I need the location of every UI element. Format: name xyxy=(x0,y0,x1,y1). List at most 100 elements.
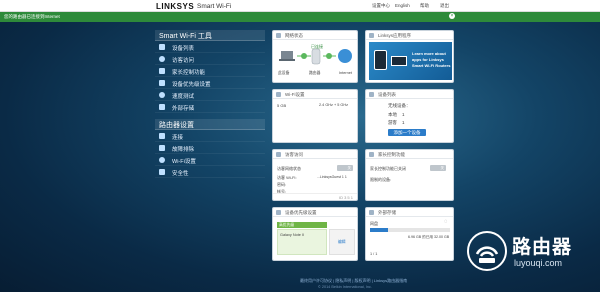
sidebar-item-wifi[interactable]: Wi-Fi设置 xyxy=(155,154,265,166)
footer-links[interactable]: 最终用户许可协议 | 隐私声明 | 版权声明 | Linksys路由器指南 xyxy=(300,278,407,284)
card-title: 家长控制功能 xyxy=(378,152,405,157)
card-title: Wi-Fi设置 xyxy=(285,92,305,97)
sidebar-item-label: 外部存储 xyxy=(172,106,195,112)
sidebar-item-parental[interactable]: 家长控制功能 xyxy=(155,65,265,77)
watermark-url: luyouqi.com xyxy=(514,258,563,268)
card-header: 设备列表 xyxy=(366,90,453,99)
promo-line-2: apps for Linksys xyxy=(412,57,444,62)
footer-copyright: © 2014 Belkin International, Inc. xyxy=(318,285,372,289)
router-logo-icon xyxy=(467,231,507,271)
edit-link[interactable]: 编辑 xyxy=(338,240,346,245)
parental-control-card[interactable]: 家长控制功能 家长控制功能已关闭 关 限制的设备: xyxy=(365,149,454,201)
product-name: Smart Wi-Fi xyxy=(197,3,232,10)
sidebar-item-guest[interactable]: 访客访问 xyxy=(155,53,265,65)
wifi-band: 5 GB xyxy=(277,103,287,108)
linksys-logo: LINKSYS xyxy=(156,2,195,11)
sidebar-item-speedtest[interactable]: 速度测试 xyxy=(155,89,265,101)
restricted-devices-label: 限制的设备: xyxy=(370,177,392,182)
card-footer-text: ID 3 5 1 xyxy=(338,195,353,200)
guest-toggle[interactable]: 关 xyxy=(337,165,353,171)
device-row-label: 游客 xyxy=(388,120,397,125)
sidebar-item-label: 安全性 xyxy=(172,171,189,177)
wifi-band-value: 2.4 GHz + 5 GHz xyxy=(319,103,349,107)
parental-status-label: 家长控制功能已关闭 xyxy=(370,166,406,171)
refresh-icon[interactable]: ◌ xyxy=(444,219,448,225)
network-status-card[interactable]: 网络状态 已连接 此设备 路由器 Internet xyxy=(272,30,358,83)
wifi-icon xyxy=(276,92,281,97)
sidebar-item-priority[interactable]: 设备优先级设置 xyxy=(155,77,265,89)
sidebar-section-router: 路由器设置 xyxy=(155,119,265,130)
sidebar-item-device-list[interactable]: 设备列表 xyxy=(155,41,265,53)
network-diagram xyxy=(279,48,352,65)
sidebar-item-label: 访客访问 xyxy=(172,58,195,64)
linksys-app-card[interactable]: Linksys应用程序 Learn more about apps for Li… xyxy=(365,30,454,83)
card-header: Wi-Fi设置 xyxy=(273,90,357,99)
sidebar-item-storage[interactable]: 外部存储 xyxy=(155,101,265,113)
guest-network-status-label: 访客网络状态 xyxy=(277,166,301,171)
sidebar-item-label: 家长控制功能 xyxy=(172,70,206,76)
troubleshoot-icon xyxy=(159,145,165,151)
card-title: 设备优先级设置 xyxy=(285,210,317,215)
watermark-title: 路由器 xyxy=(512,237,573,258)
sidebar-item-connect[interactable]: 连接 xyxy=(155,130,265,142)
wireless-devices-label: 无线设备： xyxy=(388,103,411,108)
top-bar: LINKSYS Smart Wi-Fi 设置中心 English 帮助 退出 xyxy=(0,0,600,12)
guest-wifi-value: ...LinksysGuest 1 1 xyxy=(317,175,347,179)
router-label: 路由器 xyxy=(309,71,321,75)
device-label: 此设备 xyxy=(278,71,290,75)
priority-list: Galaxy Note II xyxy=(277,229,327,255)
storage-pagination[interactable]: 1 / 1 xyxy=(370,252,377,256)
guest-icon xyxy=(276,152,281,157)
nav-link-settings[interactable]: 设置中心 xyxy=(372,3,390,9)
card-title: 设备列表 xyxy=(378,92,396,97)
promo-line-1: Learn more about xyxy=(412,51,446,56)
wifi-settings-card[interactable]: Wi-Fi设置 5 GB 2.4 GHz + 5 GHz xyxy=(272,89,358,143)
check-icon xyxy=(301,53,307,59)
add-device-button[interactable]: 添加一个设备 xyxy=(388,129,426,136)
drive-name: 网盘 xyxy=(370,221,378,226)
nav-link-help[interactable]: 帮助 xyxy=(420,3,429,9)
connect-icon xyxy=(159,133,165,139)
app-promo-banner[interactable]: Learn more about apps for Linksys Smart … xyxy=(369,42,452,80)
sidebar: Smart Wi-Fi 工具 设备列表 访客访问 家长控制功能 设备优先级设置 … xyxy=(155,30,265,178)
close-icon[interactable]: × xyxy=(449,13,455,19)
internet-label: Internet xyxy=(339,71,352,75)
tablet-icon xyxy=(391,56,407,66)
sidebar-item-security[interactable]: 安全性 xyxy=(155,166,265,178)
sidebar-item-label: 设备列表 xyxy=(172,46,195,52)
priority-icon xyxy=(276,210,281,215)
parental-icon xyxy=(369,152,374,157)
device-list-card[interactable]: 设备列表 无线设备： 本地 1 游客 1 添加一个设备 xyxy=(365,89,454,143)
status-banner: 您的路由器已连接到Internet × xyxy=(0,12,600,22)
device-priority-card[interactable]: 设备优先级设置 高优先级 Galaxy Note II 编辑 xyxy=(272,207,358,261)
card-header: 设备优先级设置 xyxy=(273,208,357,217)
parental-toggle[interactable]: 关 xyxy=(430,165,446,171)
storage-size: 6.96 GB 的已用 32.00 GB xyxy=(408,235,450,239)
card-header: Linksys应用程序 xyxy=(366,31,453,40)
laptop-icon xyxy=(281,51,293,59)
card-title: 网络状态 xyxy=(285,33,303,38)
high-priority-header: 高优先级 xyxy=(277,222,327,228)
globe-icon xyxy=(338,49,352,63)
sidebar-item-troubleshoot[interactable]: 故障排除 xyxy=(155,142,265,154)
guest-wifi-label: 访客 Wi-Fi: xyxy=(277,175,297,180)
device-list-icon xyxy=(159,44,165,50)
device-row-count: 1 xyxy=(402,120,405,125)
card-title: Linksys应用程序 xyxy=(378,33,412,38)
external-storage-card[interactable]: 外部存储 网盘 ◌ 6.96 GB 的已用 32.00 GB 1 / 1 xyxy=(365,207,454,261)
nav-link-logout[interactable]: 退出 xyxy=(440,3,449,9)
device-row-count: 1 xyxy=(402,112,405,117)
sidebar-item-label: 速度测试 xyxy=(172,94,195,100)
check-icon xyxy=(326,53,332,59)
router-icon xyxy=(311,48,321,65)
storage-bar xyxy=(370,228,450,232)
card-header: 访客访问 xyxy=(273,150,357,159)
priority-device[interactable]: Galaxy Note II xyxy=(280,233,304,237)
device-row-label: 本地 xyxy=(388,112,397,117)
sidebar-section-tools: Smart Wi-Fi 工具 xyxy=(155,30,265,41)
guest-password-label: 密码: xyxy=(277,182,287,187)
phone-icon xyxy=(374,50,387,70)
nav-link-language[interactable]: English xyxy=(395,3,410,8)
guest-access-card[interactable]: 访客访问 访客网络状态 关 访客 Wi-Fi: ...LinksysGuest … xyxy=(272,149,358,201)
laptop-base xyxy=(279,59,295,61)
